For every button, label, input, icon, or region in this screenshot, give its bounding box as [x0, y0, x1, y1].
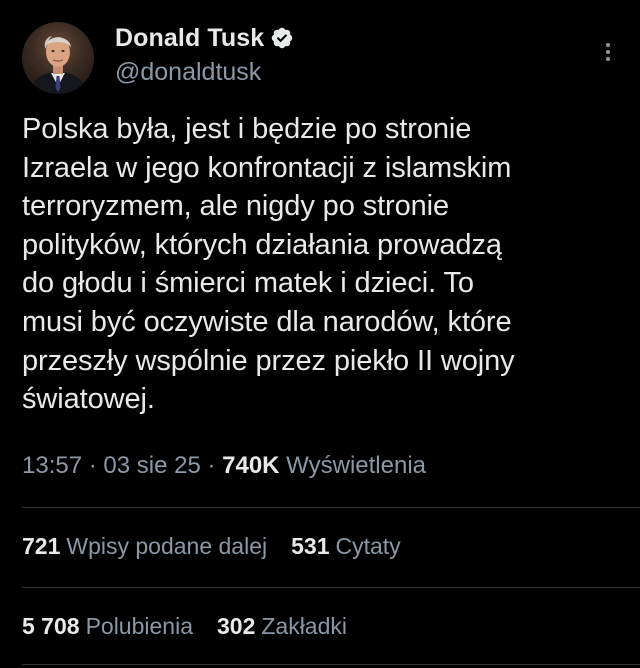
tweet-date[interactable]: 03 sie 25 [103, 452, 200, 479]
display-name-row: Donald Tusk [115, 24, 294, 52]
bookmarks-stat[interactable]: 302 Zakładki [217, 613, 347, 640]
quotes-label: Cytaty [335, 533, 401, 559]
quotes-stat[interactable]: 531 Cytaty [291, 533, 401, 560]
views-label: Wyświetlenia [286, 452, 426, 479]
quotes-count: 531 [291, 533, 330, 559]
stats-row-likes: 5 708 Polubienia 302 Zakładki [22, 613, 371, 640]
meta-separator: · [200, 452, 223, 479]
views-count: 740K [222, 452, 280, 479]
verified-badge-icon[interactable] [270, 26, 294, 50]
bookmarks-count: 302 [216, 613, 256, 639]
stats-row-reposts: 721 Wpisy podane dalej 531 Cytaty [22, 533, 425, 560]
reposts-count: 721 [22, 533, 61, 559]
divider [22, 507, 640, 508]
meta-separator: · [82, 452, 104, 479]
likes-stat[interactable]: 5 708 Polubienia [22, 613, 193, 640]
avatar-photo [28, 36, 88, 94]
handle[interactable]: @donaldtusk [115, 58, 294, 87]
likes-label: Polubienia [85, 613, 193, 639]
author-names: Donald Tusk @donaldtusk [115, 24, 294, 87]
more-vertical-icon[interactable] [594, 38, 622, 66]
display-name[interactable]: Donald Tusk [115, 24, 264, 53]
divider [22, 664, 640, 665]
reposts-stat[interactable]: 721 Wpisy podane dalej [22, 533, 267, 560]
bookmarks-label: Zakładki [261, 613, 348, 639]
reposts-label: Wpisy podane dalej [66, 533, 268, 559]
tweet-header: Donald Tusk @donaldtusk [22, 18, 622, 98]
divider [22, 587, 640, 588]
tweet-meta: 13:57 · 03 sie 25 · 740K Wyświetlenia [22, 452, 426, 480]
tweet-text: Polska była, jest i będzie po stronie Iz… [22, 113, 515, 416]
tweet-time[interactable]: 13:57 [22, 452, 82, 479]
avatar[interactable] [22, 22, 94, 94]
likes-count: 5 708 [22, 613, 80, 639]
